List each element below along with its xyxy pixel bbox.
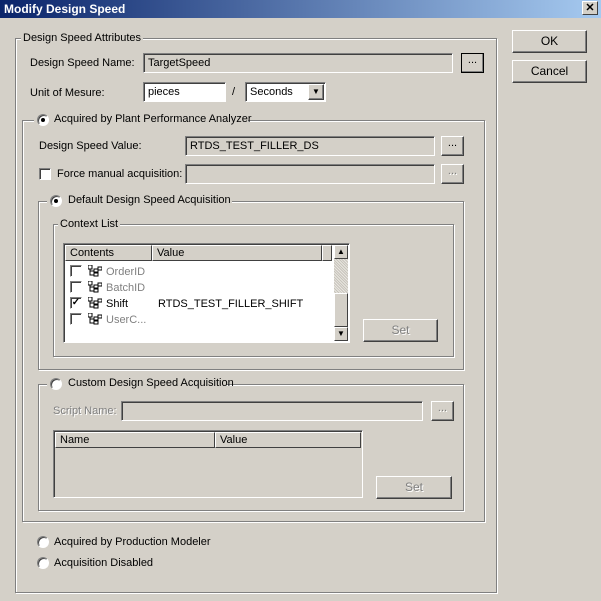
row-checkbox-checked[interactable]: ✓ xyxy=(70,297,82,309)
row-name: BatchID xyxy=(106,282,146,294)
row-checkbox[interactable] xyxy=(70,265,82,277)
default-acquisition-radio[interactable] xyxy=(50,195,62,207)
row-value: RTDS_TEST_FILLER_SHIFT xyxy=(158,298,304,310)
cancel-button[interactable]: Cancel xyxy=(512,60,587,83)
ppa-radio[interactable] xyxy=(37,114,49,126)
browse-value-button[interactable]: ... xyxy=(441,136,464,156)
row-name: UserC... xyxy=(106,314,147,326)
custom-acquisition-label: Custom Design Speed Acquisition xyxy=(68,377,234,389)
design-speed-value-label: Design Speed Value: xyxy=(39,140,142,152)
script-name-label: Script Name: xyxy=(53,405,117,417)
scrollbar-thumb[interactable] xyxy=(334,293,348,327)
unit-separator: / xyxy=(232,86,236,98)
row-name: OrderID xyxy=(106,266,146,278)
window-title: Modify Design Speed xyxy=(4,2,126,16)
production-modeler-radio[interactable] xyxy=(37,536,49,548)
design-speed-value-field: RTDS_TEST_FILLER_DS xyxy=(185,136,435,156)
design-speed-name-value: TargetSpeed xyxy=(148,57,211,69)
context-list[interactable]: Contents Value OrderID BatchID ✓ Shift R… xyxy=(63,243,350,343)
browse-value-label: ... xyxy=(447,137,458,149)
custom-acquisition-radio[interactable] xyxy=(50,378,62,390)
row-checkbox[interactable] xyxy=(70,313,82,325)
tree-node-icon xyxy=(88,265,102,277)
design-speed-name-label: Design Speed Name: xyxy=(30,57,135,69)
column-header-contents[interactable]: Contents xyxy=(65,245,152,261)
browse-label: ... xyxy=(467,54,478,66)
attributes-group-label: Design Speed Attributes xyxy=(21,32,144,44)
ok-button[interactable]: OK xyxy=(512,30,587,53)
browse-script-label: ... xyxy=(437,402,448,414)
column-header-spacer xyxy=(322,245,332,261)
column-header-value[interactable]: Value xyxy=(152,245,322,261)
force-manual-field xyxy=(185,164,435,184)
browse-force-label: ... xyxy=(447,165,458,177)
default-acquisition-label: Default Design Speed Acquisition xyxy=(68,194,231,206)
list-item[interactable]: ✓ Shift RTDS_TEST_FILLER_SHIFT xyxy=(70,296,330,312)
close-icon[interactable]: ✕ xyxy=(582,1,598,15)
tree-node-icon xyxy=(88,297,102,309)
custom-list[interactable]: Name Value xyxy=(53,430,363,498)
list-item[interactable]: UserC... xyxy=(70,312,330,328)
force-manual-label: Force manual acquisition: xyxy=(57,168,183,180)
chevron-down-icon[interactable]: ▼ xyxy=(308,84,324,100)
production-modeler-label: Acquired by Production Modeler xyxy=(54,536,211,548)
browse-name-button[interactable]: ... xyxy=(461,53,484,73)
time-unit-select[interactable]: Seconds ▼ xyxy=(245,82,326,102)
browse-script-button[interactable]: ... xyxy=(431,401,454,421)
acquisition-disabled-radio[interactable] xyxy=(37,557,49,569)
tree-node-icon xyxy=(88,313,102,325)
column-header-name[interactable]: Name xyxy=(55,432,215,448)
context-list-label: Context List xyxy=(58,218,121,230)
script-name-field xyxy=(121,401,423,421)
row-name: Shift xyxy=(106,298,129,310)
list-item[interactable]: BatchID xyxy=(70,280,330,296)
arrow-down-icon[interactable]: ▼ xyxy=(334,327,348,341)
row-checkbox[interactable] xyxy=(70,281,82,293)
set-context-button[interactable]: Set xyxy=(363,319,438,342)
time-unit-value: Seconds xyxy=(250,86,293,98)
list-item[interactable]: OrderID xyxy=(70,264,330,280)
column-header-value[interactable]: Value xyxy=(215,432,361,448)
unit-of-measure-value: pieces xyxy=(148,86,180,98)
ppa-radio-label: Acquired by Plant Performance Analyzer xyxy=(54,113,252,125)
force-manual-checkbox[interactable] xyxy=(39,168,51,180)
browse-force-button[interactable]: ... xyxy=(441,164,464,184)
arrow-up-icon[interactable]: ▲ xyxy=(334,245,348,259)
design-speed-name-field: TargetSpeed xyxy=(143,53,453,73)
set-custom-button[interactable]: Set xyxy=(376,476,452,499)
design-speed-value: RTDS_TEST_FILLER_DS xyxy=(190,140,319,152)
unit-of-measure-label: Unit of Mesure: xyxy=(30,87,105,99)
tree-node-icon xyxy=(88,281,102,293)
unit-of-measure-input[interactable]: pieces xyxy=(143,82,226,102)
acquisition-disabled-label: Acquisition Disabled xyxy=(54,557,154,569)
